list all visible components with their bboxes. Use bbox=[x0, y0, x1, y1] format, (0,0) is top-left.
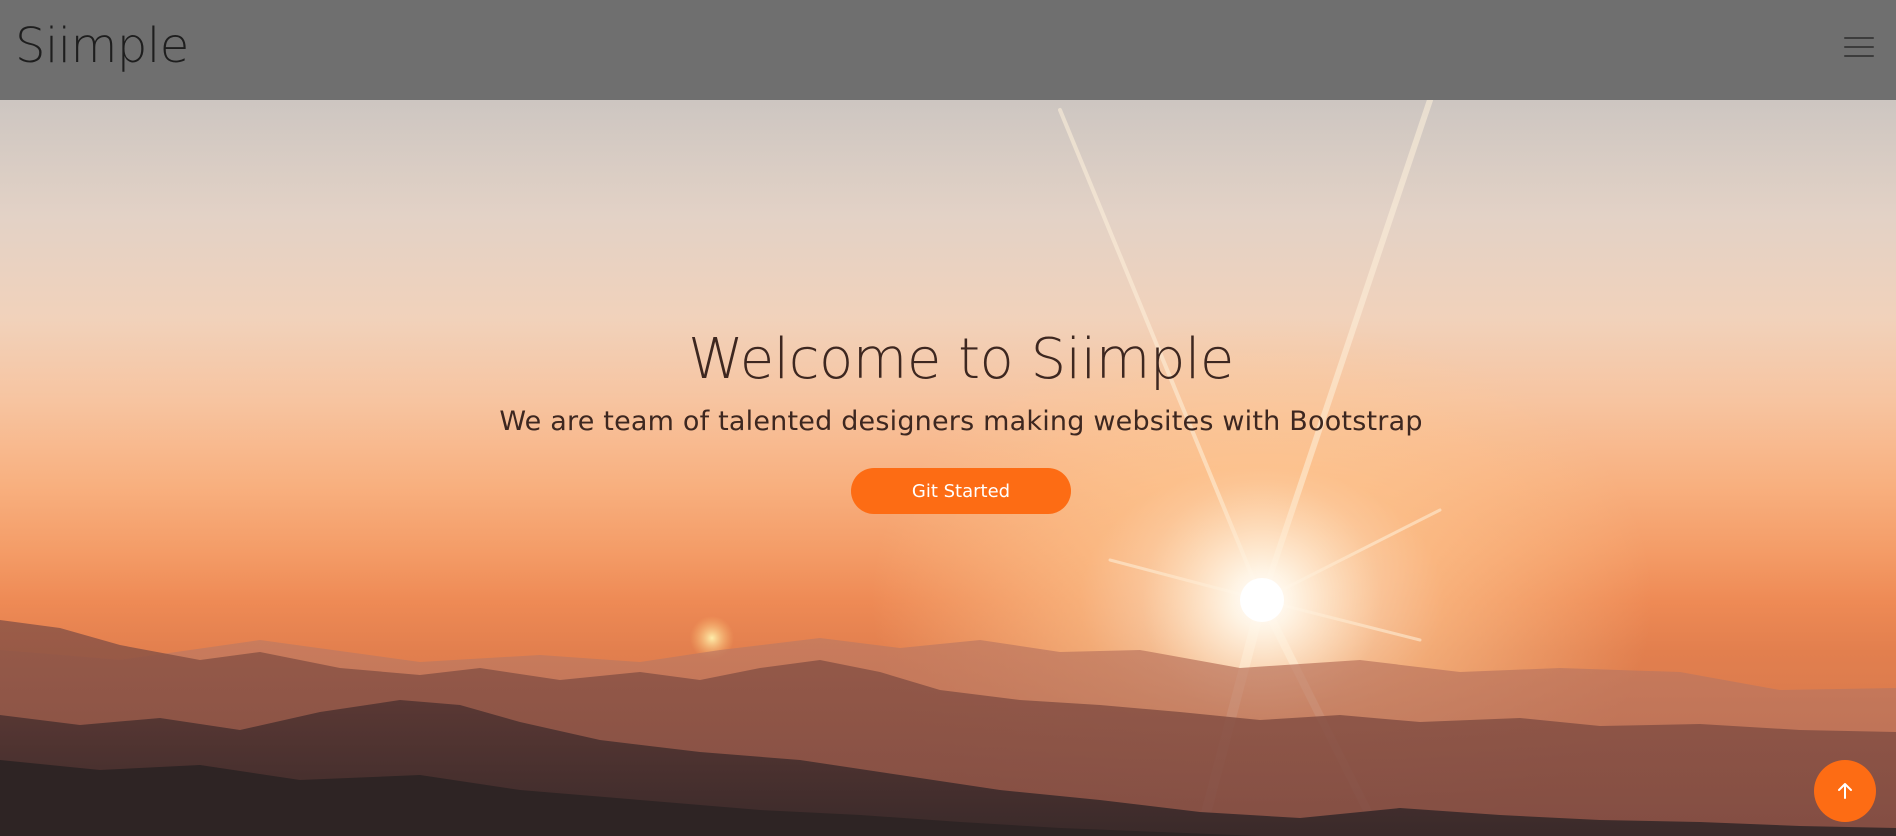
menu-bar-middle bbox=[1844, 46, 1874, 48]
back-to-top-button[interactable] bbox=[1814, 760, 1876, 822]
get-started-button[interactable]: Git Started bbox=[851, 468, 1071, 514]
navbar: Siimple bbox=[0, 0, 1896, 100]
arrow-up-icon bbox=[1838, 783, 1852, 799]
hero-section: Welcome to Siimple We are team of talent… bbox=[0, 318, 1896, 514]
brand-logo[interactable]: Siimple bbox=[15, 14, 189, 78]
hero-subtitle: We are team of talented designers making… bbox=[499, 406, 1423, 437]
menu-bar-bottom bbox=[1844, 55, 1874, 57]
page: Siimple Welcome to Siimple We are team o… bbox=[0, 0, 1896, 836]
hamburger-menu-icon[interactable] bbox=[1844, 34, 1874, 60]
menu-bar-top bbox=[1844, 37, 1874, 39]
hero-title: Welcome to Siimple bbox=[688, 327, 1234, 392]
